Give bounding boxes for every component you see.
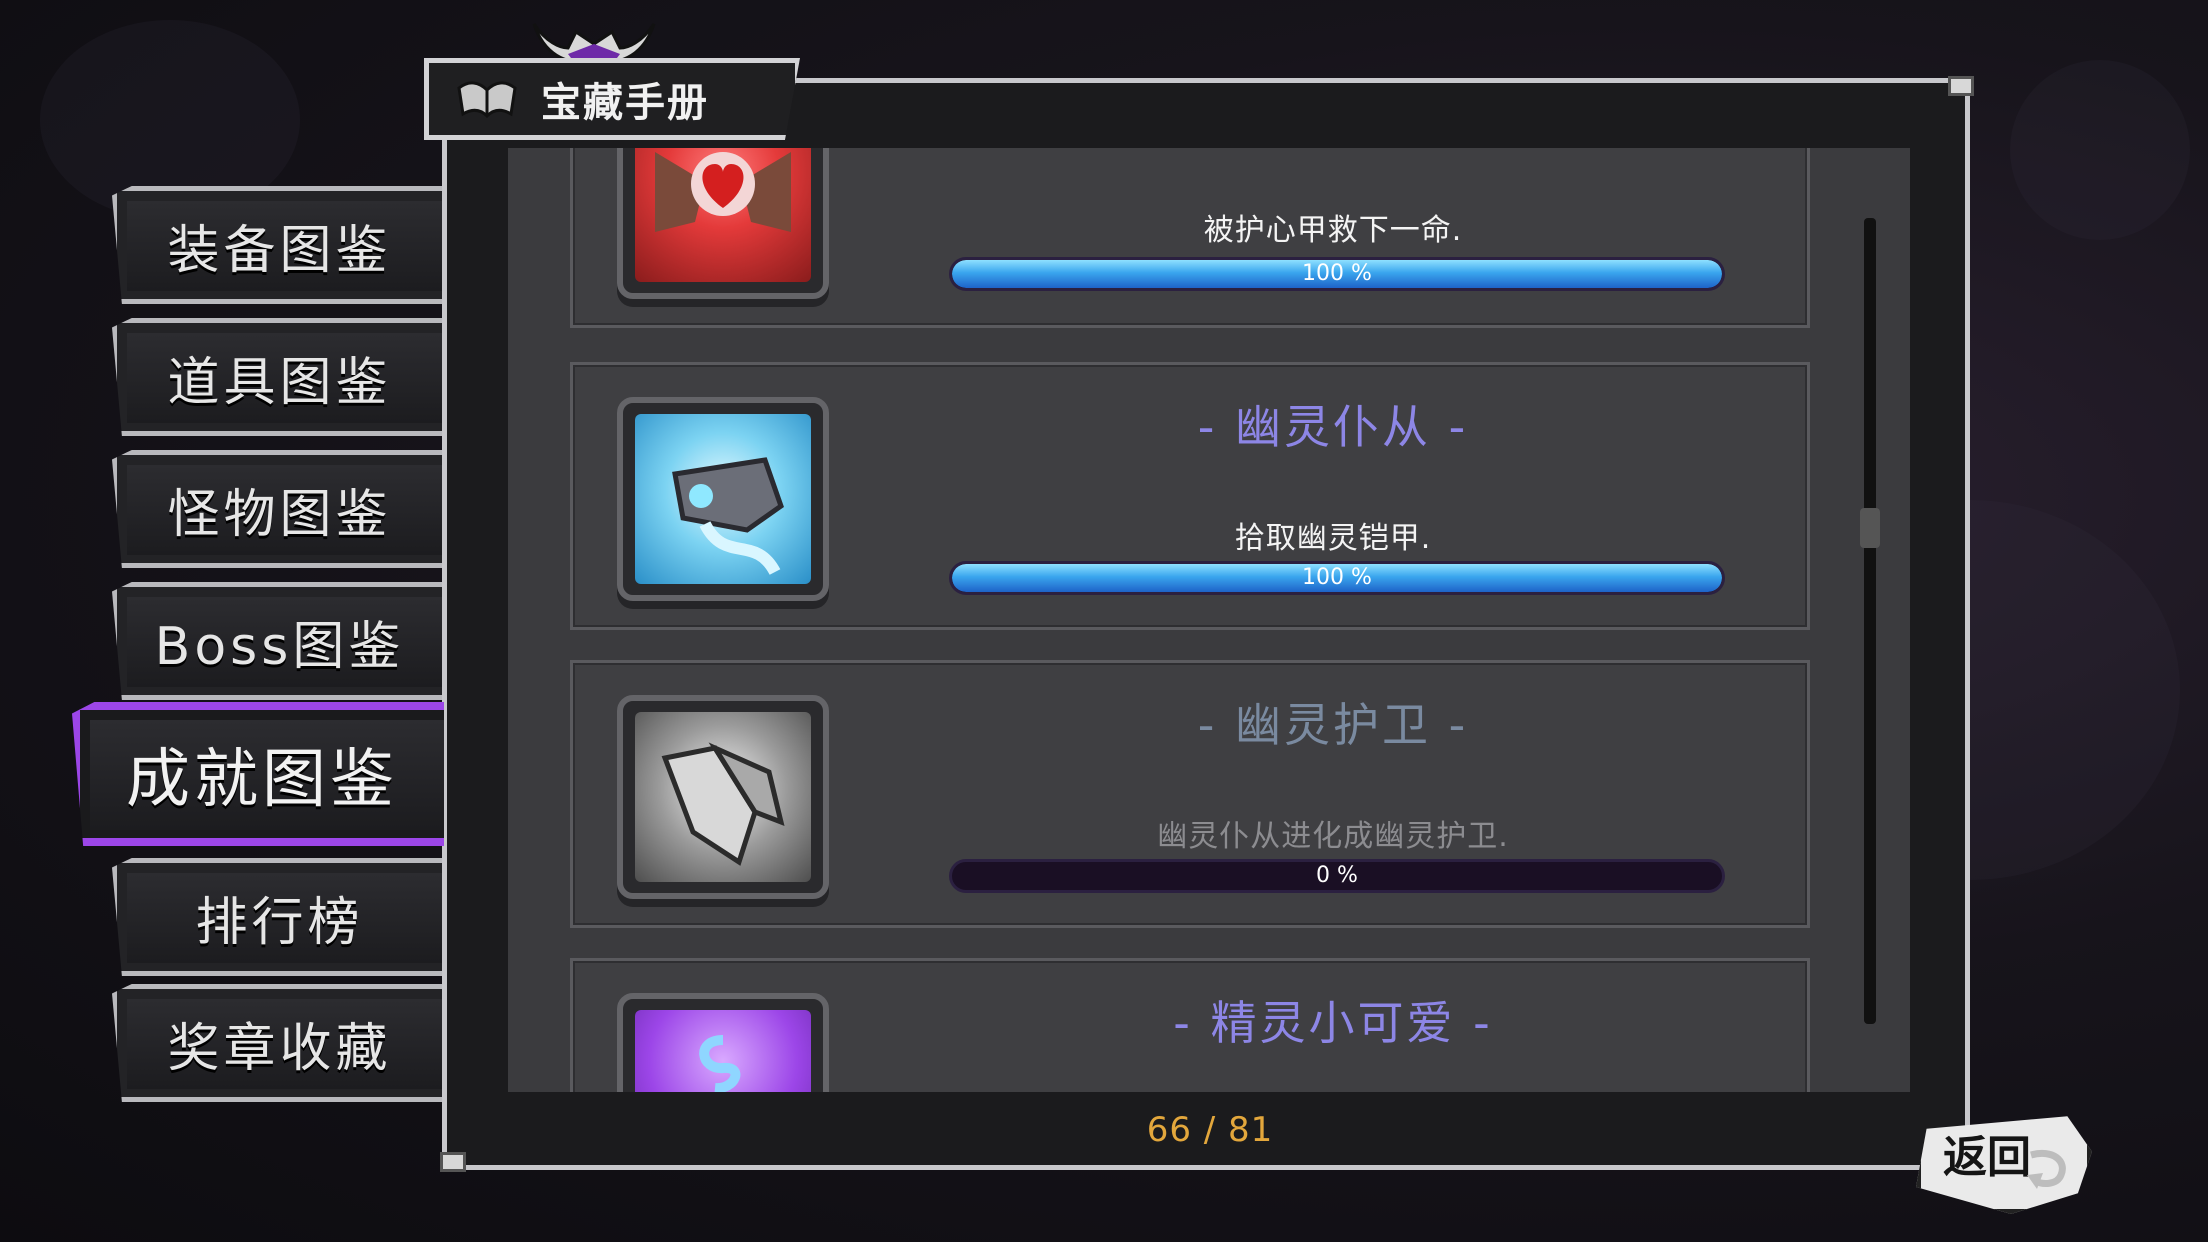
return-arrow-icon: [2027, 1150, 2066, 1189]
achievement-card: - 幽灵护卫 - 幽灵仆从进化成幽灵护卫. 0 %: [570, 660, 1810, 928]
book-icon: [455, 74, 519, 124]
tab-label: 排行榜: [195, 892, 364, 953]
tab-label: Boss图鉴: [154, 616, 405, 677]
tab-items[interactable]: 道具图鉴: [112, 318, 442, 436]
achievement-card: - 幽灵仆从 - 拾取幽灵铠甲. 100 %: [570, 362, 1810, 630]
achievement-card: 被护心甲救下一命. 100 %: [570, 148, 1810, 328]
spirit-icon: [617, 993, 829, 1092]
ghost-armor-icon: [617, 397, 829, 601]
progress-label: 100 %: [1302, 565, 1372, 590]
tab-label: 成就图鉴: [126, 743, 398, 817]
progress-bar: 100 %: [949, 561, 1725, 595]
tab-label: 装备图鉴: [167, 220, 392, 281]
window-header: 宝藏手册: [424, 58, 800, 140]
achievement-description: 拾取幽灵铠甲.: [1234, 521, 1432, 556]
tab-monsters[interactable]: 怪物图鉴: [112, 450, 442, 568]
tab-boss[interactable]: Boss图鉴: [112, 582, 442, 700]
tab-equipment[interactable]: 装备图鉴: [112, 186, 442, 304]
progress-bar: 0 %: [949, 859, 1725, 893]
window-title: 宝藏手册: [541, 80, 709, 126]
background-shape: [2010, 60, 2190, 240]
scrollbar-thumb[interactable]: [1860, 508, 1880, 548]
tab-medals[interactable]: 奖章收藏: [112, 984, 442, 1102]
corner-ornament: [440, 1152, 466, 1172]
achievement-title: - 精灵小可爱 -: [1173, 996, 1493, 1050]
achievement-card: - 精灵小可爱 -: [570, 958, 1810, 1092]
tab-label: 怪物图鉴: [167, 484, 392, 545]
heart-armor-icon: [617, 148, 829, 299]
progress-label: 0 %: [1316, 863, 1358, 888]
tab-label: 道具图鉴: [167, 352, 392, 413]
achievement-description: 幽灵仆从进化成幽灵护卫.: [1157, 819, 1509, 854]
achievement-title: - 幽灵仆从 -: [1197, 400, 1469, 454]
tab-leaderboard[interactable]: 排行榜: [112, 858, 442, 976]
back-button-label: 返回: [1943, 1132, 2031, 1183]
achievement-count: 66 / 81: [1146, 1110, 1274, 1150]
tab-label: 奖章收藏: [167, 1018, 392, 1079]
corner-ornament: [1948, 76, 1974, 96]
progress-bar: 100 %: [949, 257, 1725, 291]
progress-label: 100 %: [1302, 261, 1372, 286]
ghost-guard-icon: [617, 695, 829, 899]
achievement-title: - 幽灵护卫 -: [1197, 698, 1469, 752]
achievement-description: 被护心甲救下一命.: [1203, 213, 1463, 248]
tab-achievements[interactable]: 成就图鉴: [72, 702, 444, 846]
achievement-list[interactable]: 被护心甲救下一命. 100 % - 幽灵仆从 - 拾取幽灵铠甲. 100 % -…: [508, 148, 1910, 1092]
scrollbar[interactable]: [1860, 218, 1880, 1024]
